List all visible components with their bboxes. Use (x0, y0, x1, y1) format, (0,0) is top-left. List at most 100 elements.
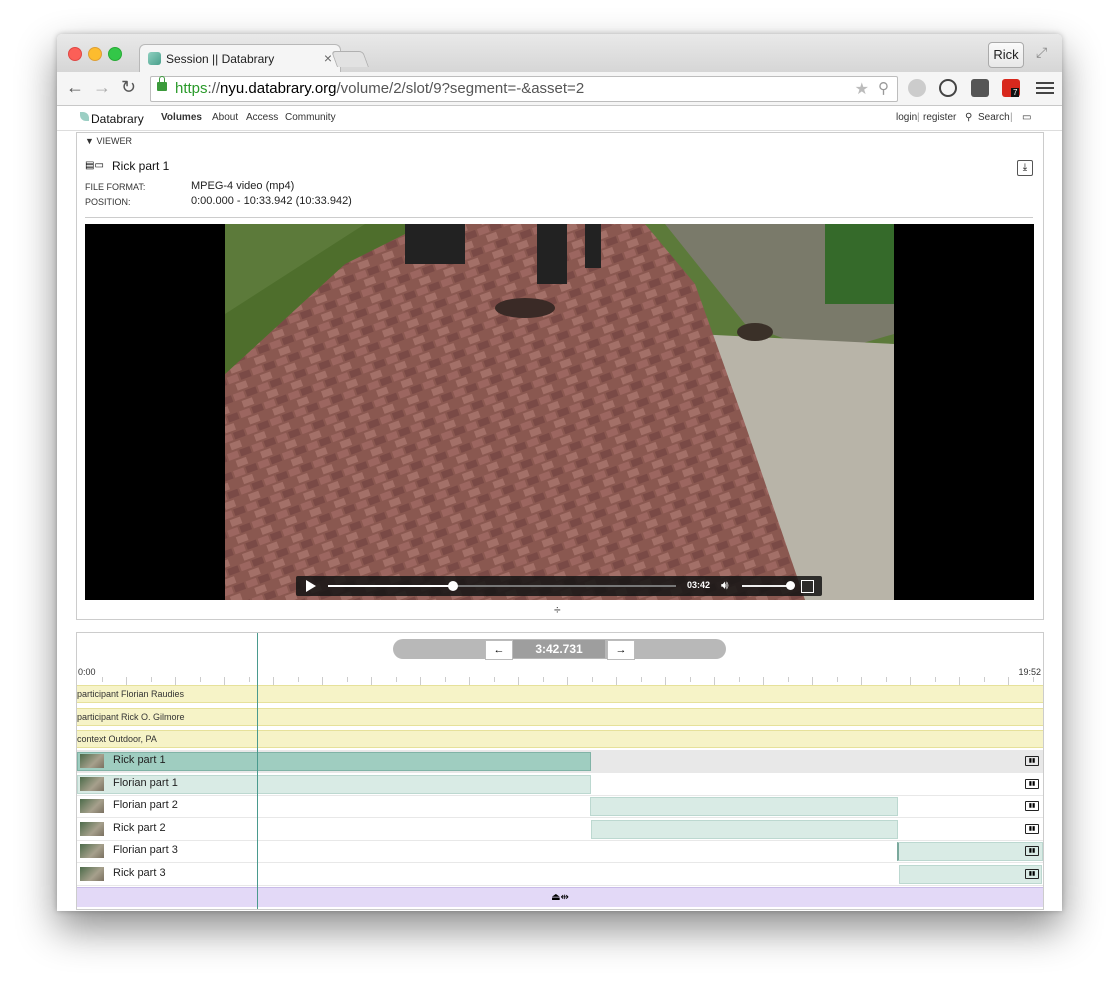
asset-label: Florian part 2 (113, 799, 178, 811)
reload-icon[interactable]: ↻ (121, 77, 136, 98)
video-icon: ▮▮ (1025, 801, 1039, 811)
fullscreen-icon[interactable]: ⤢ (1036, 44, 1054, 62)
zoom-icon[interactable]: ⚲ (878, 79, 889, 97)
nav-community[interactable]: Community (285, 112, 336, 123)
asset-row[interactable]: Florian part 2 ▮▮ (77, 795, 1043, 818)
asset-label: Rick part 3 (113, 867, 166, 879)
volume-icon[interactable]: 🔊︎ (721, 578, 729, 593)
back-icon[interactable]: ← (66, 77, 84, 98)
asset-segment[interactable] (590, 797, 898, 816)
browser-window: Session || Databrary × Rick ⤢ ← → ↻ http… (57, 34, 1062, 911)
ruler-tick (297, 677, 299, 682)
new-tab-button[interactable] (331, 51, 369, 67)
nav-access[interactable]: Access (246, 112, 278, 123)
login-link[interactable]: login (896, 112, 917, 123)
ruler-tick (248, 677, 250, 682)
search-link[interactable]: Search (978, 112, 1010, 123)
position-control: ← 3:42.731 → (393, 639, 726, 660)
extension-todo-icon[interactable]: 7 (1002, 79, 1020, 97)
record-participant[interactable]: participant Rick O. Gilmore (77, 708, 1043, 726)
current-time: 03:42 (687, 580, 711, 590)
register-link[interactable]: register (923, 112, 956, 123)
tab-close-icon[interactable]: × (324, 50, 332, 66)
profile-button[interactable]: Rick (988, 42, 1024, 68)
asset-segment[interactable] (591, 820, 898, 839)
asset-segment[interactable] (899, 865, 1042, 884)
record-context[interactable]: context Outdoor, PA (77, 730, 1043, 748)
video-fullscreen-icon[interactable] (801, 580, 814, 593)
file-format-label: FILE FORMAT: (85, 182, 146, 192)
site-nav: Databrary Volumes About Access Community… (57, 106, 1062, 131)
ruler-tick (738, 677, 740, 682)
play-icon[interactable] (306, 580, 316, 592)
ruler-tick (518, 677, 519, 685)
volume-slider[interactable] (742, 581, 795, 590)
ruler-tick (714, 677, 715, 685)
extension-badge: 7 (1011, 88, 1020, 97)
position-time[interactable]: 3:42.731 (513, 640, 605, 658)
seek-fill (328, 585, 454, 587)
databrary-favicon-icon (148, 52, 161, 65)
browser-tab[interactable]: Session || Databrary × (139, 44, 341, 73)
seek-handle[interactable] (448, 581, 459, 591)
ruler-tick (150, 677, 152, 682)
search-icon[interactable]: ⚲ (965, 112, 972, 123)
nav-about[interactable]: About (212, 112, 238, 123)
bookmark-star-icon[interactable]: ★ (855, 79, 869, 99)
video-controls: 03:42 🔊︎ (296, 576, 822, 596)
download-icon[interactable]: ⤓ (1017, 160, 1033, 176)
url-text[interactable]: https://nyu.databrary.org/volume/2/slot/… (175, 80, 584, 97)
timeline-cursor[interactable] (257, 633, 258, 909)
evernote-icon[interactable] (971, 79, 989, 97)
video-player[interactable]: 03:42 🔊︎ (85, 224, 1034, 600)
forward-icon[interactable]: → (93, 77, 111, 98)
asset-row[interactable]: Rick part 1 ▮▮ (77, 750, 1043, 773)
asset-row[interactable]: Rick part 2 ▮▮ (77, 818, 1043, 841)
file-type-icon: ▤▭ (85, 160, 104, 171)
video-icon: ▮▮ (1025, 824, 1039, 834)
minimize-window-button[interactable] (88, 47, 102, 61)
maximize-window-button[interactable] (108, 47, 122, 61)
extension-info-icon[interactable] (939, 79, 957, 97)
site-logo[interactable]: Databrary (91, 112, 144, 126)
asset-row[interactable]: Rick part 3 ▮▮ (77, 863, 1043, 886)
ruler-tick (640, 677, 642, 682)
ruler-tick (787, 677, 789, 682)
asset-label: Florian part 1 (113, 777, 178, 789)
video-frame (225, 224, 894, 600)
ruler-tick (959, 677, 960, 685)
viewer-resize-handle[interactable]: ÷ (554, 603, 561, 617)
nav-volumes[interactable]: Volumes (161, 112, 202, 123)
prev-button[interactable]: ← (485, 640, 513, 660)
next-button[interactable]: → (607, 640, 635, 660)
extension-ghost-icon[interactable] (908, 79, 926, 97)
viewer-header[interactable]: ▼ VIEWER (85, 136, 132, 146)
databrary-logo-icon (80, 112, 89, 121)
asset-segment[interactable] (897, 842, 1043, 861)
comment-icon[interactable]: ▭ (1022, 112, 1031, 123)
ruler-tick (542, 677, 544, 682)
menu-icon[interactable] (1036, 79, 1054, 97)
url-scheme: https (175, 80, 208, 97)
ruler-tick (493, 677, 495, 682)
asset-label: Florian part 3 (113, 844, 178, 856)
ruler-tick (885, 677, 887, 682)
ruler-tick (101, 677, 103, 682)
add-comment-bar[interactable]: ⏏⇹ (77, 887, 1043, 907)
close-window-button[interactable] (68, 47, 82, 61)
timeline-ruler (77, 677, 1043, 685)
ruler-tick (469, 677, 470, 685)
asset-row[interactable]: Florian part 3 ▮▮ (77, 840, 1043, 863)
asset-label: Rick part 1 (113, 754, 166, 766)
ruler-tick (910, 677, 911, 685)
address-bar[interactable]: https://nyu.databrary.org/volume/2/slot/… (150, 76, 898, 102)
record-participant[interactable]: participant Florian Raudies (77, 685, 1043, 703)
volume-handle[interactable] (786, 581, 795, 590)
asset-thumbnail (80, 822, 104, 836)
ruler-tick (175, 677, 176, 685)
seek-bar[interactable] (328, 581, 676, 591)
position-label: POSITION: (85, 197, 131, 207)
asset-row[interactable]: Florian part 1 ▮▮ (77, 773, 1043, 796)
timeline-end-label: 19:52 (1018, 667, 1041, 677)
url-separator: :// (207, 80, 221, 97)
